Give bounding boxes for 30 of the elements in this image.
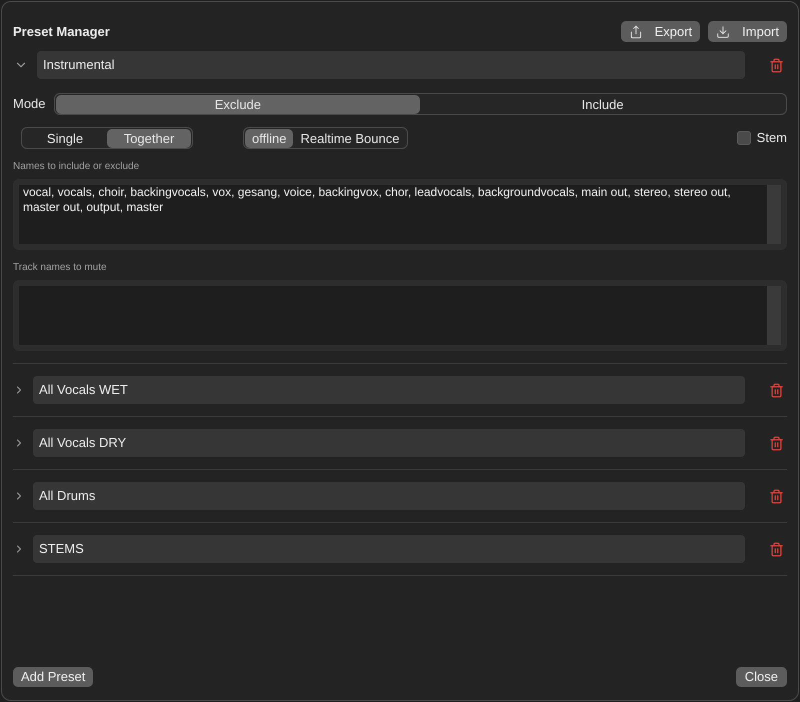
trash-icon[interactable] <box>769 436 784 450</box>
text-area[interactable]: vocal, vocals, choir, backingvocals, vox, gesang, voice, backingvox, chor, leadvocals, backgroundvocals, main out, stereo, stereo out, master out, output, master <box>13 179 787 250</box>
preset-name-field[interactable]: All Vocals WET <box>33 376 745 404</box>
trash-icon[interactable] <box>769 488 784 504</box>
header-button[interactable]: Import <box>708 21 787 42</box>
segment-option[interactable]: offline <box>245 129 294 148</box>
segment-option[interactable]: Realtime Bounce <box>293 129 406 148</box>
preset-name-field[interactable]: All Vocals DRY <box>33 429 745 457</box>
mode-label: Mode <box>13 95 46 114</box>
field-label: Names to include or exclude <box>13 160 140 174</box>
scrollbar[interactable] <box>767 286 781 345</box>
download-icon <box>716 24 730 38</box>
add-preset-button[interactable]: Add Preset <box>13 667 94 687</box>
segment-option[interactable]: Exclude <box>56 95 420 114</box>
stem-checkbox[interactable]: Stem <box>736 128 787 148</box>
field-label: Track names to mute <box>13 261 108 275</box>
window-title: Preset Manager <box>13 22 110 41</box>
segment-option[interactable]: Include <box>420 95 785 114</box>
preset-name-field[interactable]: STEMS <box>33 535 745 563</box>
share-icon <box>628 24 643 38</box>
preset-name-field[interactable]: Instrumental <box>37 51 745 79</box>
header-button[interactable]: Export <box>620 21 700 42</box>
segment-option[interactable]: Single <box>23 129 107 148</box>
preset-name-field[interactable]: All Drums <box>33 482 745 510</box>
close-button[interactable]: Close <box>736 667 787 687</box>
scrollbar[interactable] <box>767 185 781 244</box>
trash-icon[interactable] <box>769 58 784 72</box>
trash-icon[interactable] <box>769 382 784 398</box>
segment-option[interactable]: Together <box>107 129 191 148</box>
trash-icon[interactable] <box>769 542 784 556</box>
